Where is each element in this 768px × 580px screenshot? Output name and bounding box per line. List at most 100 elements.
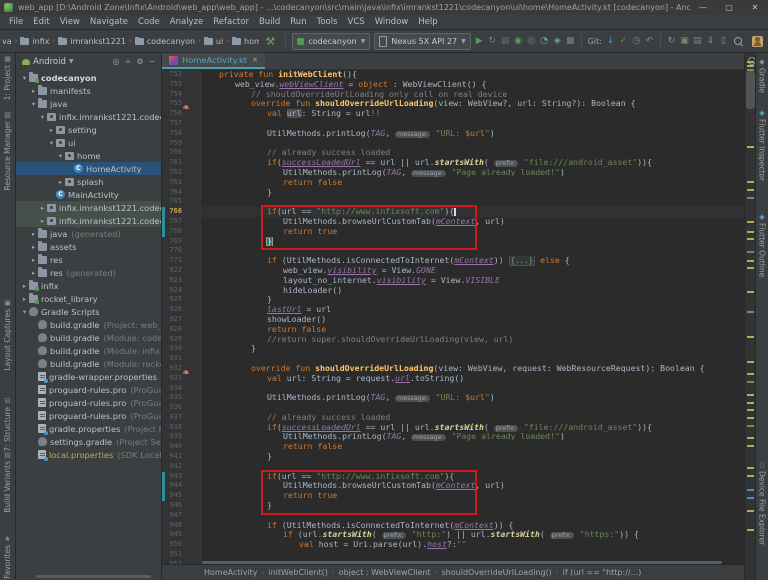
chevron-down-icon[interactable]: ▼: [69, 58, 74, 65]
tree-item-build-gradle[interactable]: build.gradle(Module: rocket_library): [16, 357, 161, 370]
line-number[interactable]: 755: [162, 99, 182, 109]
line-number[interactable]: 753: [162, 80, 182, 90]
line-number[interactable]: 922: [162, 266, 182, 276]
code-text[interactable]: }: [201, 295, 745, 305]
code-line-948[interactable]: 948−if (UtilMethods.isConnectedToInterne…: [162, 521, 745, 531]
tool-window-button-device-file-explorer[interactable]: ▯Device File Explorer: [756, 461, 768, 545]
line-number[interactable]: 943: [162, 472, 182, 482]
gutter[interactable]: 936: [162, 403, 201, 413]
warning-stripe-mark[interactable]: [747, 69, 754, 71]
code-line-936[interactable]: 936: [162, 403, 745, 413]
tree-closed-arrow[interactable]: ▸: [29, 87, 38, 95]
line-number[interactable]: 771: [162, 256, 182, 266]
code-line-942[interactable]: 942: [162, 462, 745, 472]
tool-window-button-7-structure[interactable]: ⊟7: Structure: [0, 397, 15, 452]
tree-item-rocket-library[interactable]: ▸rocket_library: [16, 292, 161, 305]
code-line-934[interactable]: 934: [162, 384, 745, 394]
tree-item-gradle-properties[interactable]: gradle.properties(Project Properties): [16, 422, 161, 435]
fold-marker[interactable]: −: [190, 70, 198, 80]
tool-window-button-layout-captures[interactable]: ▣Layout Captures: [0, 299, 15, 371]
tree-item-home[interactable]: ▾home: [16, 149, 161, 162]
menu-code[interactable]: Code: [133, 17, 165, 27]
gutter[interactable]: 946: [162, 501, 201, 511]
project-horizontal-scrollbar[interactable]: [36, 575, 151, 578]
tree-item-proguard-rules-pro[interactable]: proguard-rules.pro(ProGuard Rules f: [16, 396, 161, 409]
gutter[interactable]: 938−: [162, 423, 201, 433]
gutter[interactable]: 934: [162, 384, 201, 394]
code-line-927[interactable]: 927showLoader(): [162, 315, 745, 325]
line-number[interactable]: 770: [162, 246, 182, 256]
code-text[interactable]: if(successLoadedUrl == url || url.starts…: [201, 423, 745, 433]
code-text[interactable]: UtilMethods.printLog(TAG, message: "URL:…: [201, 393, 745, 403]
gutter[interactable]: 768: [162, 227, 201, 237]
code-line-759[interactable]: 759: [162, 139, 745, 149]
code-text[interactable]: // already success loaded: [201, 148, 745, 158]
code-line-756[interactable]: 756val url: String = url!!: [162, 109, 745, 119]
code-text[interactable]: return false: [201, 178, 745, 188]
code-text[interactable]: }: [201, 501, 745, 511]
line-number[interactable]: 924: [162, 286, 182, 296]
tool-window-button-gradle[interactable]: ◆Gradle: [756, 58, 768, 93]
code-line-763[interactable]: 763 return false: [162, 178, 745, 188]
code-line-752[interactable]: 752−private fun initWebClient(){: [162, 70, 745, 80]
fold-marker[interactable]: −: [190, 80, 198, 90]
locate-file-icon[interactable]: ◎: [110, 57, 122, 66]
code-text[interactable]: override fun shouldOverrideUrlLoading(vi…: [201, 364, 745, 374]
gutter[interactable]: 951: [162, 550, 201, 560]
rollback-icon[interactable]: ↶: [643, 36, 656, 46]
line-number[interactable]: 930: [162, 344, 182, 354]
tree-open-arrow[interactable]: ▾: [47, 139, 56, 147]
code-text[interactable]: //return super.shouldOverrideUrlLoading(…: [201, 335, 745, 345]
gutter[interactable]: 927: [162, 315, 201, 325]
gutter[interactable]: 937: [162, 413, 201, 423]
line-number[interactable]: 933: [162, 374, 182, 384]
line-number[interactable]: 948: [162, 521, 182, 531]
code-line-947[interactable]: 947: [162, 511, 745, 521]
line-number[interactable]: 935: [162, 393, 182, 403]
menu-window[interactable]: Window: [370, 17, 414, 27]
tree-open-arrow[interactable]: ▾: [29, 100, 38, 108]
code-line-929[interactable]: 929 //return super.shouldOverrideUrlLoadi…: [162, 335, 745, 345]
project-view-selector[interactable]: Android: [33, 57, 66, 67]
tool-window-button-2-favorites[interactable]: ★2: Favorites: [0, 535, 15, 580]
editor-breadcrumb-item[interactable]: object : WebViewClient: [339, 568, 431, 577]
line-number[interactable]: 757: [162, 119, 182, 129]
apply-changes-icon[interactable]: ↻: [486, 36, 499, 46]
menu-refactor[interactable]: Refactor: [208, 17, 254, 27]
code-text[interactable]: override fun shouldOverrideUrlLoading(vi…: [201, 99, 745, 109]
code-text[interactable]: return true: [201, 491, 745, 501]
tree-item-res[interactable]: ▸res(generated): [16, 266, 161, 279]
line-number[interactable]: 929: [162, 335, 182, 345]
menu-help[interactable]: Help: [413, 17, 442, 27]
line-number[interactable]: 764: [162, 188, 182, 198]
code-line-931[interactable]: 931: [162, 354, 745, 364]
line-number[interactable]: 763: [162, 178, 182, 188]
code-line-760[interactable]: 760// already success loaded: [162, 148, 745, 158]
code-line-754[interactable]: 754// shouldOverrideUrlLoading only call…: [162, 90, 745, 100]
code-line-950[interactable]: 950val host = Uri.parse(url).host?:"": [162, 540, 745, 550]
warning-stripe-mark[interactable]: [747, 510, 754, 512]
line-number[interactable]: 949: [162, 530, 182, 540]
code-text[interactable]: UtilMethods.printLog(TAG, message: "Page…: [201, 432, 745, 442]
editor-tab-homeactivity[interactable]: HomeActivity.kt ✕: [162, 53, 265, 69]
menu-navigate[interactable]: Navigate: [85, 17, 133, 27]
tree-item-build-gradle[interactable]: build.gradle(Project: web_app): [16, 318, 161, 331]
tree-item-ui[interactable]: ▾ui: [16, 136, 161, 149]
warning-stripe-mark[interactable]: [747, 336, 754, 338]
gutter[interactable]: 947: [162, 511, 201, 521]
code-line-940[interactable]: 940return false: [162, 442, 745, 452]
menu-edit[interactable]: Edit: [28, 17, 54, 27]
close-tab-icon[interactable]: ✕: [252, 56, 258, 64]
tree-item-assets[interactable]: ▸assets: [16, 240, 161, 253]
warning-stripe-mark[interactable]: [747, 381, 754, 383]
code-text[interactable]: UtilMethods.printLog(TAG, message: "URL:…: [201, 129, 745, 139]
line-number[interactable]: 765: [162, 197, 182, 207]
avd-manager-icon[interactable]: ▯: [717, 36, 730, 46]
code-line-753[interactable]: 753−web_view.webViewClient = object : We…: [162, 80, 745, 90]
code-line-937[interactable]: 937// already success loaded: [162, 413, 745, 423]
gutter[interactable]: 923: [162, 276, 201, 286]
warning-stripe-mark[interactable]: [747, 65, 754, 67]
code-line-928[interactable]: 928return false: [162, 325, 745, 335]
tree-closed-arrow[interactable]: ▸: [20, 282, 29, 290]
gutter[interactable]: 924: [162, 286, 201, 296]
